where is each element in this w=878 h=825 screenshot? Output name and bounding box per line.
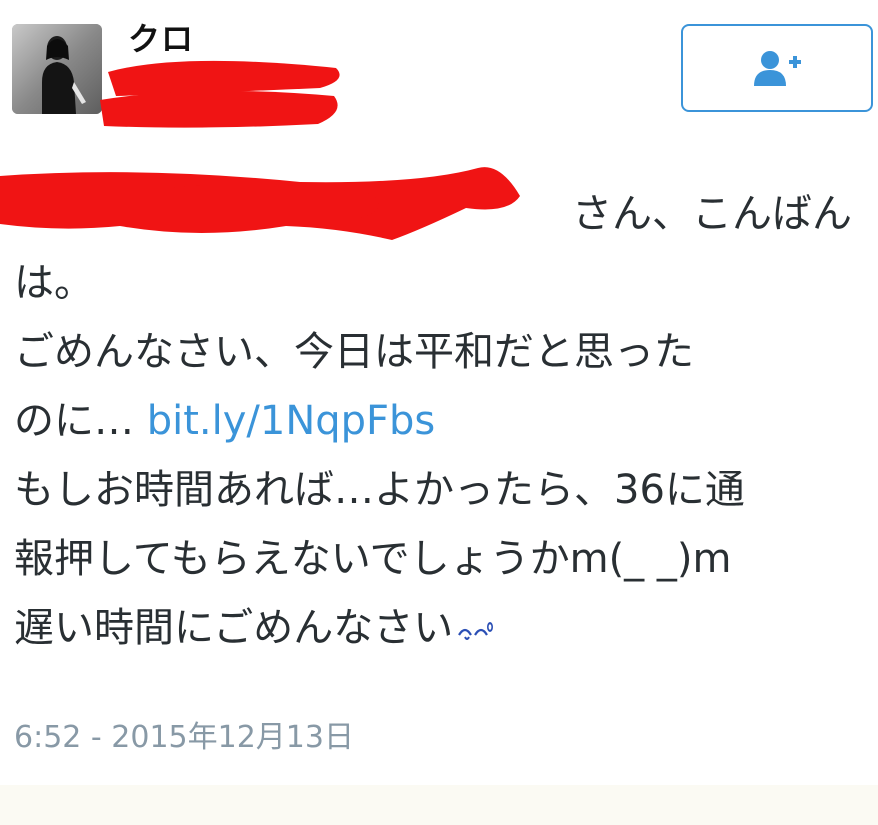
tweet-text: さん、こんばん は。 ごめんなさい、今日は平和だと思った のに… bit.ly/…: [14, 180, 874, 663]
tweet-line-6: 報押してもらえないでしょうかm(_ _)m: [14, 536, 732, 582]
tweet-line-7-text: 遅い時間にごめんなさい: [14, 605, 454, 651]
tweet-link[interactable]: bit.ly/1NqpFbs: [147, 398, 436, 444]
avatar-photo-icon: [12, 24, 102, 114]
tweet-line-7: 遅い時間にごめんなさい: [14, 594, 874, 663]
tweet-line-4: のに… bit.ly/1NqpFbs: [14, 387, 874, 456]
sweat-drop-icon: [455, 615, 495, 645]
bottom-background-strip: [0, 785, 878, 825]
tweet-line-3: ごめんなさい、今日は平和だと思った: [14, 329, 694, 375]
avatar[interactable]: [12, 24, 102, 114]
tweet-line-1: さん、こんばん: [572, 191, 852, 237]
tweet-screenshot: クロ さん、こんばん は。 ごめんなさい、今日は平和だと思った のに… bit.…: [0, 0, 878, 825]
tweet-line-5: もしお時間あれば…よかったら、36に通: [14, 467, 745, 513]
follow-button[interactable]: [681, 24, 873, 112]
tweet-line-2: は。: [14, 260, 94, 306]
display-name[interactable]: クロ: [128, 19, 194, 59]
tweet-line-4-text: のに…: [14, 398, 134, 444]
redaction-handle-top: [108, 60, 340, 96]
user-plus-icon: [754, 51, 801, 86]
tweet-timestamp[interactable]: 6:52 - 2015年12月13日: [14, 716, 354, 760]
redaction-handle-bottom: [100, 90, 338, 128]
